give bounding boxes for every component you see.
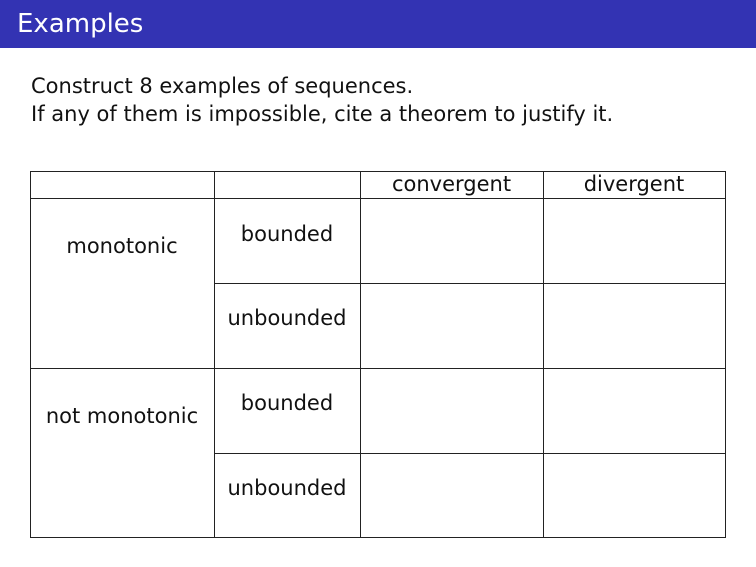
row-label-unbounded: unbounded (227, 476, 347, 500)
group-divider (30, 368, 726, 369)
column-header-divergent: divergent (583, 172, 685, 196)
row-divider-3 (214, 453, 726, 454)
row-group-label-monotonic: monotonic (66, 234, 178, 258)
instruction-line-1: Construct 8 examples of sequences. (31, 74, 414, 98)
header-bottom-border (30, 198, 726, 199)
slide-title: Examples (17, 9, 144, 39)
title-bar: Examples (0, 0, 756, 48)
instruction-line-2: If any of them is impossible, cite a the… (31, 102, 614, 126)
column-divider-2 (360, 171, 361, 538)
table-left-border (30, 171, 31, 538)
row-divider-1 (214, 283, 726, 284)
row-group-label-not-monotonic: not monotonic (45, 404, 199, 428)
column-divider-3 (543, 171, 544, 538)
table-right-border (725, 171, 726, 538)
column-header-convergent: convergent (391, 172, 512, 196)
table-bottom-border (30, 537, 726, 538)
row-label-unbounded: unbounded (227, 306, 347, 330)
row-label-bounded: bounded (240, 222, 334, 246)
row-label-bounded: bounded (240, 391, 334, 415)
